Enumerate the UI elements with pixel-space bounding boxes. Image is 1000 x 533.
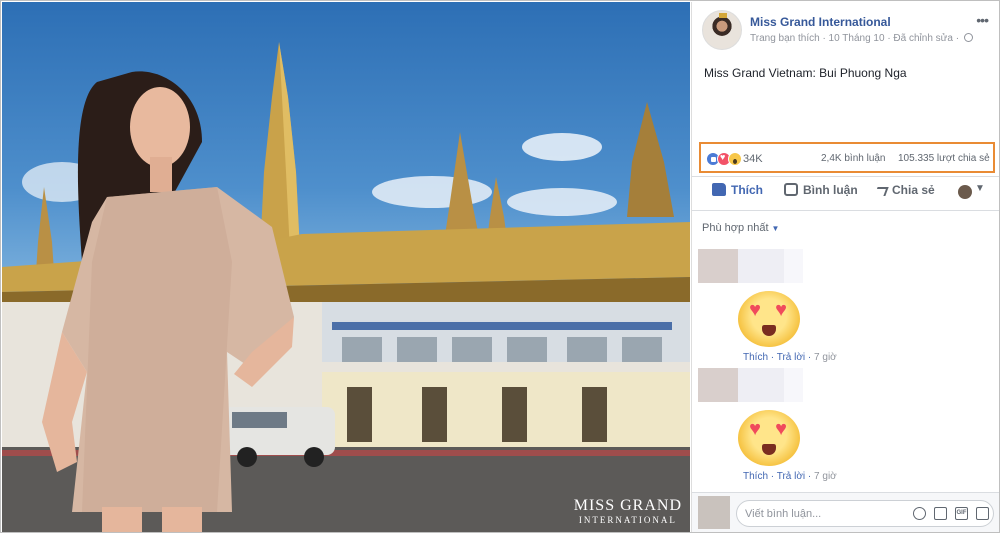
watermark-line1: MISS GRAND	[573, 497, 682, 514]
chevron-down-icon: ▼	[771, 224, 780, 233]
shares-count[interactable]: 105.335 lượt chia sẻ	[898, 153, 990, 164]
comment-placeholder: Viết bình luận...	[745, 508, 822, 520]
comment-actions: Thích · Trả lời · 7 giờ	[743, 471, 837, 482]
comments-count[interactable]: 2,4K bình luận	[821, 153, 886, 164]
blurred-commenter	[698, 249, 803, 283]
camera-icon[interactable]	[934, 507, 947, 520]
more-icon[interactable]: •••	[976, 12, 989, 28]
post-actions: Thích Bình luận Chia sẻ ▼	[702, 180, 992, 206]
like-button[interactable]: Thích	[712, 183, 763, 197]
comment-button[interactable]: Bình luận	[784, 183, 858, 197]
globe-icon	[963, 33, 973, 42]
heart-eyes-emoji-icon: ♥ ♥	[738, 410, 800, 466]
comment-reply-link[interactable]: Trả lời	[777, 471, 805, 482]
comment-time[interactable]: 7 giờ	[814, 352, 837, 363]
post-meta-text: Trang bạn thích · 10 Tháng 10 · Đã chỉnh…	[750, 33, 960, 44]
comment-like-link[interactable]: Thích	[743, 471, 768, 482]
comment-actions: Thích · Trả lời · 7 giờ	[743, 352, 837, 363]
sort-label: Phù hợp nhất	[702, 222, 769, 234]
wow-reaction-icon	[728, 152, 742, 166]
divider	[692, 210, 999, 211]
post-stats-highlight: 34K 2,4K bình luận 105.335 lượt chia sẻ	[699, 142, 995, 173]
comment-label: Bình luận	[803, 183, 858, 197]
user-avatar	[698, 496, 730, 529]
like-icon	[712, 183, 726, 196]
comment-sort-dropdown[interactable]: Phù hợp nhất ▼	[702, 222, 779, 234]
comment-input[interactable]: Viết bình luận... GIF	[736, 500, 994, 527]
comment-reply-link[interactable]: Trả lời	[777, 352, 805, 363]
comment-icon	[784, 183, 798, 196]
post-meta: Trang bạn thích · 10 Tháng 10 · Đã chỉnh…	[750, 33, 973, 44]
actor-avatar[interactable]	[958, 185, 972, 199]
emoji-icon[interactable]	[913, 507, 926, 520]
share-icon	[874, 187, 889, 196]
post-caption: Miss Grand Vietnam: Bui Phuong Nga	[704, 66, 907, 80]
like-label: Thích	[731, 183, 763, 197]
post-photo[interactable]: MISS GRAND INTERNATIONAL	[2, 2, 690, 532]
post-header: Miss Grand International Trang bạn thích…	[702, 10, 992, 50]
comment-like-link[interactable]: Thích	[743, 352, 768, 363]
share-label: Chia sẻ	[892, 183, 935, 197]
sticker-icon[interactable]	[976, 507, 989, 520]
blurred-commenter	[698, 368, 803, 402]
watermark-line2: INTERNATIONAL	[578, 515, 677, 525]
comment-composer: Viết bình luận... GIF	[692, 492, 999, 532]
page-avatar[interactable]	[702, 10, 742, 50]
page-name-link[interactable]: Miss Grand International	[750, 15, 891, 29]
screenshot-frame: MISS GRAND INTERNATIONAL Miss Grand Inte…	[0, 0, 1000, 533]
chevron-down-icon[interactable]: ▼	[975, 183, 985, 194]
photo-watermark: MISS GRAND INTERNATIONAL	[574, 497, 682, 525]
divider	[692, 176, 999, 177]
photo-illustration	[2, 42, 690, 532]
reactions-count[interactable]: 34K	[743, 153, 763, 165]
post-sidebar: Miss Grand International Trang bạn thích…	[691, 2, 999, 532]
gif-icon[interactable]: GIF	[955, 507, 968, 520]
share-button[interactable]: Chia sẻ	[874, 183, 935, 197]
comment-time[interactable]: 7 giờ	[814, 471, 837, 482]
heart-eyes-emoji-icon: ♥ ♥	[738, 291, 800, 347]
